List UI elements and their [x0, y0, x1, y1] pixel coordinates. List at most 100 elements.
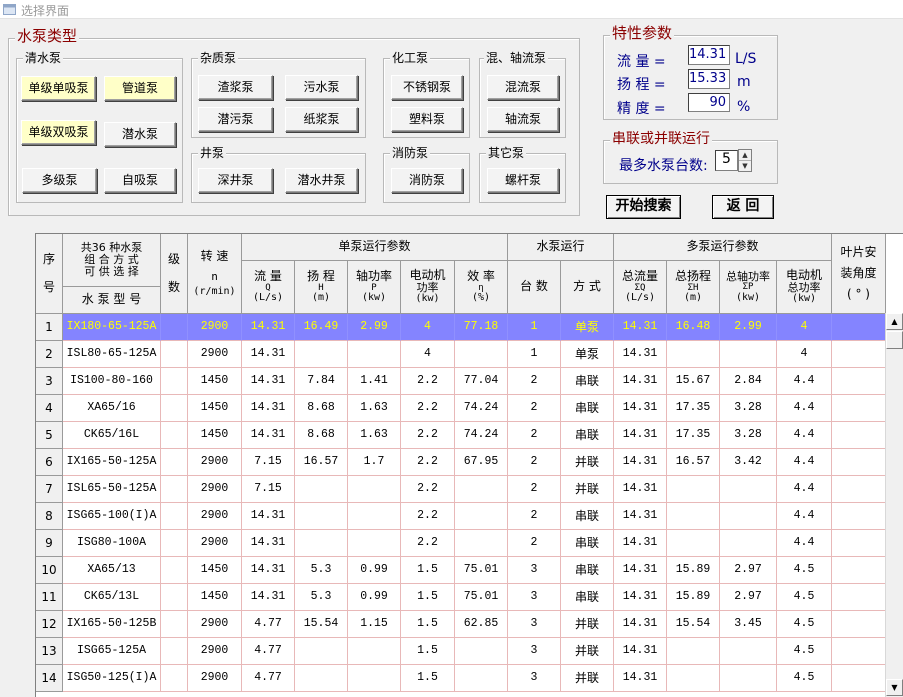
head-input[interactable]: 15.33	[688, 69, 730, 89]
cell-mode[interactable]: 串联	[561, 584, 614, 611]
cell-speed[interactable]: 1450	[188, 557, 242, 584]
cell-tq[interactable]: 14.31	[614, 530, 667, 557]
cell-stage[interactable]	[161, 665, 188, 692]
cell-q[interactable]: 14.31	[242, 422, 295, 449]
stainless-steel-pump-button[interactable]: 不锈钢泵	[391, 75, 463, 100]
cell-mode[interactable]: 串联	[561, 368, 614, 395]
screw-pump-button[interactable]: 螺杆泵	[487, 168, 559, 193]
cell-tm[interactable]: 4.5	[777, 584, 832, 611]
cell-blade[interactable]	[832, 530, 886, 557]
cell-tq[interactable]: 14.31	[614, 638, 667, 665]
cell-no[interactable]: 4	[36, 395, 63, 422]
cell-no[interactable]: 12	[36, 611, 63, 638]
spin-down-icon[interactable]: ▼	[739, 161, 751, 172]
cell-model[interactable]: CK65/13L	[63, 584, 161, 611]
cell-tp[interactable]: 2.97	[720, 557, 777, 584]
cell-p[interactable]: 1.7	[348, 449, 401, 476]
cell-p[interactable]	[348, 665, 401, 692]
cell-blade[interactable]	[832, 584, 886, 611]
scroll-thumb[interactable]	[886, 331, 903, 349]
cell-tp[interactable]	[720, 341, 777, 368]
cell-tp[interactable]: 2.84	[720, 368, 777, 395]
cell-tp[interactable]	[720, 530, 777, 557]
cell-tp[interactable]	[720, 476, 777, 503]
cell-speed[interactable]: 2900	[188, 341, 242, 368]
cell-th[interactable]	[667, 341, 720, 368]
cell-stage[interactable]	[161, 584, 188, 611]
cell-no[interactable]: 3	[36, 368, 63, 395]
table-row[interactable]: 10 XA65/13 1450 14.31 5.3 0.99 1.5 75.01 3 串联 14.3…	[36, 557, 886, 584]
cell-tp[interactable]: 3.42	[720, 449, 777, 476]
cell-model[interactable]: CK65/16L	[63, 422, 161, 449]
cell-tm[interactable]: 4	[777, 314, 832, 341]
table-row[interactable]: 2 ISL80-65-125A 2900 14.31 4 1 单泵 14.31 4	[36, 341, 886, 368]
cell-no[interactable]: 7	[36, 476, 63, 503]
cell-th[interactable]: 17.35	[667, 395, 720, 422]
cell-stage[interactable]	[161, 476, 188, 503]
cell-h[interactable]	[295, 503, 348, 530]
cell-mode[interactable]: 串联	[561, 503, 614, 530]
cell-n[interactable]: 1	[508, 314, 561, 341]
cell-q[interactable]: 14.31	[242, 503, 295, 530]
cell-blade[interactable]	[832, 476, 886, 503]
cell-th[interactable]	[667, 665, 720, 692]
cell-tp[interactable]	[720, 638, 777, 665]
cell-model[interactable]: XA65/13	[63, 557, 161, 584]
cell-h[interactable]: 5.3	[295, 557, 348, 584]
cell-tq[interactable]: 14.31	[614, 476, 667, 503]
cell-tm[interactable]: 4.4	[777, 368, 832, 395]
cell-model[interactable]: ISL80-65-125A	[63, 341, 161, 368]
cell-n[interactable]: 2	[508, 395, 561, 422]
cell-model[interactable]: ISG65-125A	[63, 638, 161, 665]
deep-well-pump-button[interactable]: 深井泵	[198, 168, 273, 193]
cell-m[interactable]: 2.2	[401, 503, 455, 530]
cell-h[interactable]: 8.68	[295, 422, 348, 449]
cell-th[interactable]	[667, 638, 720, 665]
cell-e[interactable]	[455, 476, 508, 503]
cell-e[interactable]: 62.85	[455, 611, 508, 638]
cell-tq[interactable]: 14.31	[614, 368, 667, 395]
cell-no[interactable]: 8	[36, 503, 63, 530]
table-row[interactable]: 9 ISG80-100A 2900 14.31 2.2 2 串联 14.31 4.4	[36, 530, 886, 557]
cell-m[interactable]: 2.2	[401, 449, 455, 476]
cell-p[interactable]: 1.63	[348, 395, 401, 422]
cell-blade[interactable]	[832, 611, 886, 638]
axial-flow-pump-button[interactable]: 轴流泵	[487, 107, 559, 132]
cell-th[interactable]: 15.67	[667, 368, 720, 395]
self-priming-pump-button[interactable]: 自吸泵	[104, 168, 176, 193]
cell-p[interactable]: 1.15	[348, 611, 401, 638]
cell-e[interactable]	[455, 638, 508, 665]
cell-blade[interactable]	[832, 368, 886, 395]
cell-e[interactable]: 77.04	[455, 368, 508, 395]
cell-tq[interactable]: 14.31	[614, 341, 667, 368]
cell-tm[interactable]: 4.5	[777, 665, 832, 692]
table-row[interactable]: 4 XA65/16 1450 14.31 8.68 1.63 2.2 74.24 2 串联 14.3…	[36, 395, 886, 422]
cell-stage[interactable]	[161, 368, 188, 395]
cell-mode[interactable]: 并联	[561, 638, 614, 665]
cell-tq[interactable]: 14.31	[614, 503, 667, 530]
cell-model[interactable]: IX165-50-125B	[63, 611, 161, 638]
cell-stage[interactable]	[161, 638, 188, 665]
grid-scrollbar[interactable]: ▲ ▼	[885, 313, 903, 697]
cell-stage[interactable]	[161, 557, 188, 584]
cell-no[interactable]: 9	[36, 530, 63, 557]
table-row[interactable]: 12 IX165-50-125B 2900 4.77 15.54 1.15 1.5 62.85…	[36, 611, 886, 638]
paper-pulp-pump-button[interactable]: 纸浆泵	[285, 107, 358, 132]
cell-stage[interactable]	[161, 503, 188, 530]
cell-n[interactable]: 1	[508, 341, 561, 368]
cell-model[interactable]: IS100-80-160	[63, 368, 161, 395]
cell-h[interactable]: 5.3	[295, 584, 348, 611]
flow-input[interactable]: 14.31	[688, 45, 730, 65]
cell-speed[interactable]: 2900	[188, 314, 242, 341]
cell-model[interactable]: IX165-50-125A	[63, 449, 161, 476]
cell-speed[interactable]: 2900	[188, 503, 242, 530]
cell-speed[interactable]: 2900	[188, 638, 242, 665]
cell-e[interactable]: 74.24	[455, 422, 508, 449]
cell-m[interactable]: 1.5	[401, 584, 455, 611]
cell-speed[interactable]: 1450	[188, 422, 242, 449]
cell-q[interactable]: 14.31	[242, 368, 295, 395]
cell-e[interactable]	[455, 503, 508, 530]
sewage-pump-button[interactable]: 污水泵	[285, 75, 358, 100]
cell-th[interactable]	[667, 503, 720, 530]
cell-h[interactable]: 8.68	[295, 395, 348, 422]
